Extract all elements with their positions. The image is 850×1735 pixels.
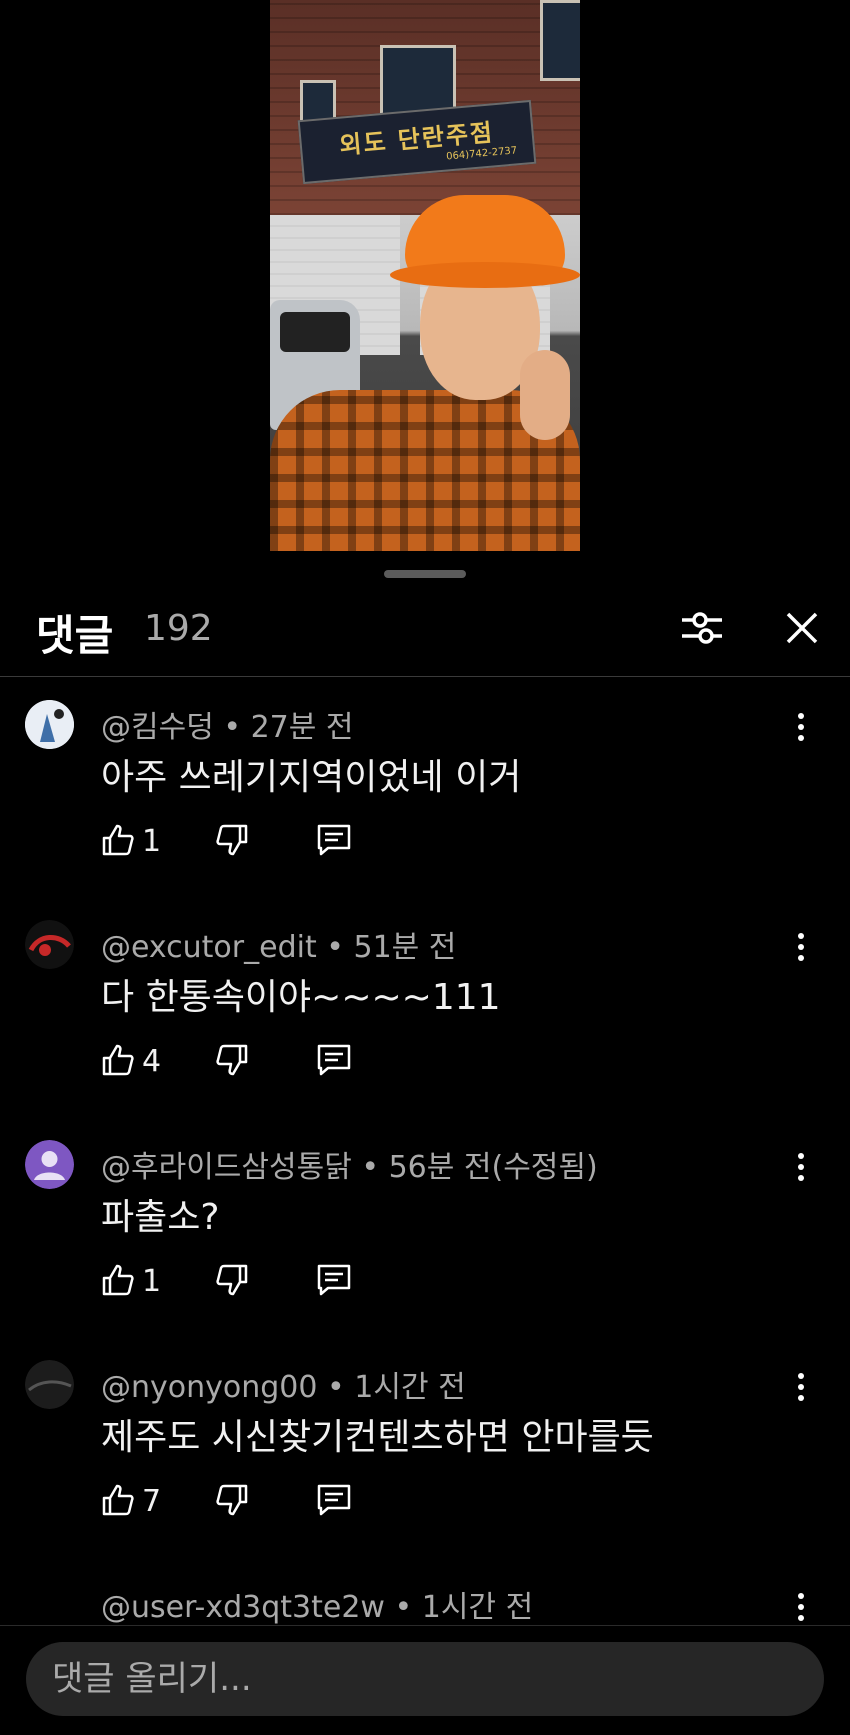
comment-input[interactable]: 댓글 올리기... [26, 1642, 824, 1716]
comment-author[interactable]: @후라이드삼성통닭 [101, 1150, 352, 1185]
comment-reply-icon[interactable] [316, 1482, 352, 1518]
comment-text: 아주 쓰레기지역이었네 이거 [101, 757, 522, 798]
avatar[interactable] [25, 700, 74, 749]
comment-time: 1시간 전 [354, 1370, 466, 1405]
thumb-down-icon[interactable] [214, 822, 250, 858]
more-vert-icon[interactable] [786, 1370, 816, 1404]
comment-time: 51분 전 [353, 930, 457, 965]
comment-meta: @후라이드삼성통닭 • 56분 전(수정됨) [101, 1150, 598, 1185]
close-icon[interactable] [778, 604, 826, 652]
comment-composer: 댓글 올리기... [0, 1625, 850, 1735]
comment-actions: 7 [100, 1482, 400, 1522]
thumb-down-icon[interactable] [214, 1042, 250, 1078]
more-vert-icon[interactable] [786, 1150, 816, 1184]
person-hand [520, 350, 570, 440]
comment-author[interactable]: @excutor_edit [101, 930, 317, 965]
video-frame[interactable]: 외도 단란주점 064)742-2737 [270, 0, 580, 551]
comment-author[interactable]: @nyonyong00 [101, 1370, 317, 1405]
comment-item: @후라이드삼성통닭 • 56분 전(수정됨) 파출소? 1 [0, 1140, 850, 1340]
comment-time: 56분 전(수정됨) [388, 1150, 598, 1185]
comment-actions: 1 [100, 1262, 400, 1302]
building-window [540, 0, 580, 81]
more-vert-icon[interactable] [786, 930, 816, 964]
video-player[interactable]: 외도 단란주점 064)742-2737 [0, 0, 850, 578]
more-vert-icon[interactable] [786, 1590, 816, 1624]
comment-reply-icon[interactable] [316, 822, 352, 858]
thumb-up-icon[interactable] [100, 1262, 136, 1298]
comments-count: 192 [144, 608, 213, 649]
avatar[interactable] [25, 1360, 74, 1409]
like-count: 1 [142, 1264, 162, 1299]
comment-meta: @user-xd3qt3te2w • 1시간 전 [101, 1590, 534, 1624]
like-count: 4 [142, 1044, 162, 1079]
comments-header: 댓글 192 [0, 590, 850, 677]
comment-author[interactable]: @user-xd3qt3te2w [101, 1590, 385, 1624]
more-vert-icon[interactable] [786, 710, 816, 744]
sliders-icon[interactable] [678, 604, 726, 652]
thumb-up-icon[interactable] [100, 1482, 136, 1518]
like-count: 7 [142, 1484, 162, 1519]
thumb-down-icon[interactable] [214, 1262, 250, 1298]
comment-actions: 4 [100, 1042, 400, 1082]
comment-text: 다 한통속이야~~~~111 [101, 977, 501, 1018]
comment-item: @nyonyong00 • 1시간 전 제주도 시신찾기컨텐츠하면 안마를듯 7 [0, 1360, 850, 1560]
comment-reply-icon[interactable] [316, 1042, 352, 1078]
comment-author[interactable]: @킴수덩 [101, 710, 214, 745]
comment-meta: @excutor_edit • 51분 전 [101, 930, 457, 965]
avatar[interactable] [25, 1140, 74, 1189]
comment-reply-icon[interactable] [316, 1262, 352, 1298]
comment-meta: @nyonyong00 • 1시간 전 [101, 1370, 466, 1405]
hat-brim [390, 262, 580, 288]
comment-text: 파출소? [101, 1197, 220, 1238]
avatar[interactable] [25, 920, 74, 969]
comment-actions: 1 [100, 822, 400, 862]
comment-item: @user-xd3qt3te2w • 1시간 전 [0, 1580, 850, 1624]
comment-time: 27분 전 [250, 710, 354, 745]
comment-item: @excutor_edit • 51분 전 다 한통속이야~~~~111 4 [0, 920, 850, 1120]
comment-item: @킴수덩 • 27분 전 아주 쓰레기지역이었네 이거 1 [0, 700, 850, 900]
comment-meta: @킴수덩 • 27분 전 [101, 710, 354, 745]
thumb-up-icon[interactable] [100, 822, 136, 858]
comments-title: 댓글 [36, 611, 114, 660]
sheet-drag-handle[interactable] [384, 570, 466, 578]
comment-text: 제주도 시신찾기컨텐츠하면 안마를듯 [101, 1417, 654, 1458]
thumb-up-icon[interactable] [100, 1042, 136, 1078]
comment-time: 1시간 전 [421, 1590, 534, 1624]
thumb-down-icon[interactable] [214, 1482, 250, 1518]
like-count: 1 [142, 824, 162, 859]
